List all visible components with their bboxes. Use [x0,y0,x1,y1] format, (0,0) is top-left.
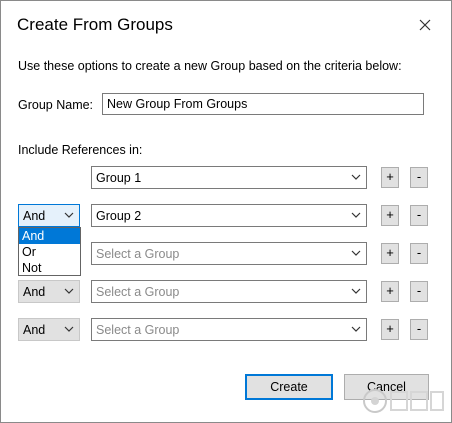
operator-select-2[interactable]: And [18,204,80,227]
group-select-placeholder: Select a Group [96,247,180,261]
remove-row-button[interactable]: - [410,243,428,264]
group-select-placeholder: Select a Group [96,285,180,299]
add-row-button[interactable]: + [381,167,399,188]
chevron-down-icon [351,212,361,218]
create-from-groups-dialog: Create From Groups Use these options to … [0,0,452,423]
operator-select-value: And [23,285,46,299]
chevron-down-icon [64,288,74,294]
add-row-button[interactable]: + [381,243,399,264]
group-select-4[interactable]: Select a Group [91,280,367,303]
chevron-down-icon [351,288,361,294]
operator-select-5[interactable]: And [18,318,80,341]
include-references-label: Include References in: [18,143,143,157]
create-button[interactable]: Create [245,374,333,400]
dialog-title: Create From Groups [17,15,173,34]
operator-select-value: And [23,323,46,337]
group-select-2[interactable]: Group 2 [91,204,367,227]
dropdown-option-or[interactable]: Or [19,244,80,260]
group-select-value: Group 2 [96,209,142,223]
group-select-placeholder: Select a Group [96,323,180,337]
group-select-1[interactable]: Group 1 [91,166,367,189]
add-row-button[interactable]: + [381,205,399,226]
remove-row-button[interactable]: - [410,281,428,302]
add-row-button[interactable]: + [381,281,399,302]
group-select-value: Group 1 [96,171,142,185]
operator-select-4[interactable]: And [18,280,80,303]
group-name-input[interactable] [102,93,424,115]
chevron-down-icon [351,174,361,180]
dropdown-option-and[interactable]: And [19,228,80,244]
dropdown-option-not[interactable]: Not [19,260,80,276]
add-row-button[interactable]: + [381,319,399,340]
chevron-down-icon [64,212,74,218]
remove-row-button[interactable]: - [410,319,428,340]
group-name-label: Group Name: [18,98,94,112]
operator-select-value: And [23,209,46,223]
watermark-logo [363,389,444,413]
operator-dropdown-list: And Or Not [18,227,81,276]
group-select-3[interactable]: Select a Group [91,242,367,265]
chevron-down-icon [351,250,361,256]
chevron-down-icon [351,326,361,332]
remove-row-button[interactable]: - [410,167,428,188]
close-icon[interactable] [413,13,437,37]
dialog-description: Use these options to create a new Group … [18,59,402,73]
remove-row-button[interactable]: - [410,205,428,226]
chevron-down-icon [64,326,74,332]
group-select-5[interactable]: Select a Group [91,318,367,341]
